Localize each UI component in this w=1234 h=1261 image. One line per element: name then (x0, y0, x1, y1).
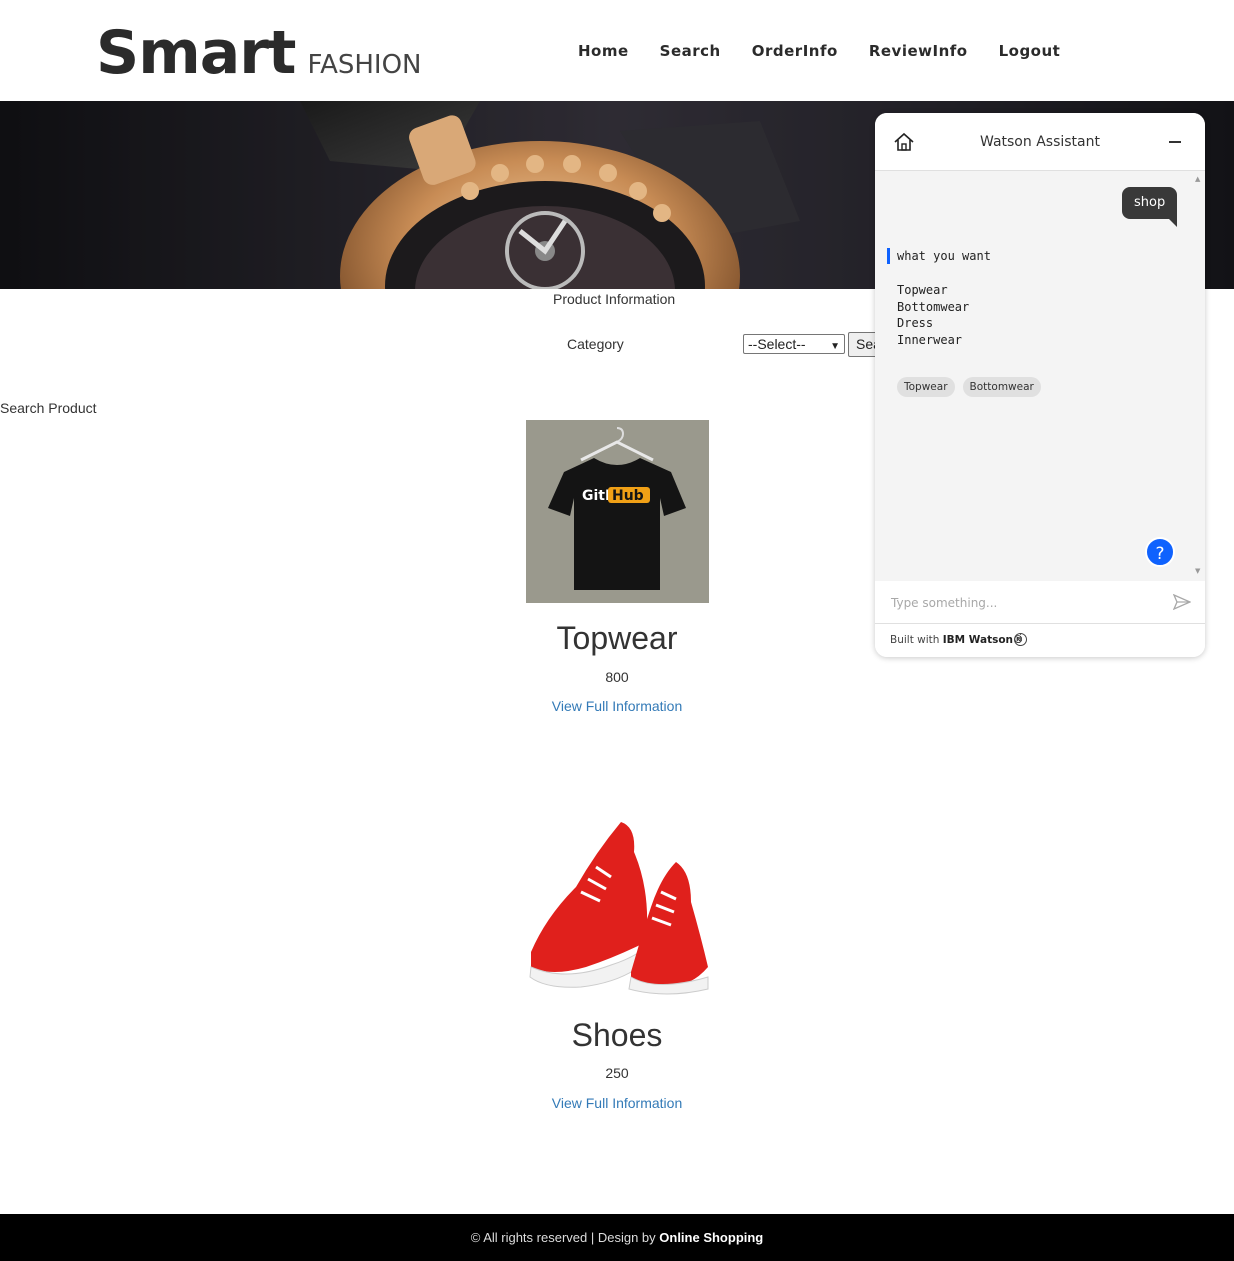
logo-sub-text: FASHION (307, 50, 422, 80)
help-icon[interactable]: ? (1145, 537, 1175, 567)
chip-bottomwear[interactable]: Bottomwear (962, 377, 1041, 397)
product-name: Shoes (571, 1017, 663, 1053)
view-full-information-link[interactable]: View Full Information (0, 1095, 1234, 1111)
watson-assistant-panel: Watson Assistant shop what you want Topw… (875, 113, 1205, 657)
category-label: Category (567, 336, 624, 352)
bot-option: Bottomwear (897, 299, 970, 314)
quick-reply-chips: Topwear Bottomwear (897, 377, 1041, 397)
svg-text:Hub: Hub (612, 488, 644, 504)
product-image-topwear[interactable]: GitHub Hub (526, 420, 709, 603)
scroll-up-icon[interactable]: ▲ (1195, 175, 1200, 183)
minimize-icon[interactable] (1169, 141, 1181, 143)
footer-copyright: © All rights reserved | Design by (470, 1230, 660, 1245)
bot-option: Dress (897, 316, 934, 330)
view-full-information-link[interactable]: View Full Information (0, 698, 1234, 714)
bot-option: Topwear (897, 283, 948, 297)
logo-main-text: Smart (96, 18, 296, 88)
message-input[interactable]: Type something... (891, 596, 997, 610)
product-information-title: Product Information (553, 291, 676, 307)
nav-orderinfo[interactable]: OrderInfo (752, 42, 838, 60)
main-nav: Home Search OrderInfo ReviewInfo Logout (578, 42, 1060, 60)
site-header: Smart FASHION Home Search OrderInfo Revie… (0, 0, 1234, 101)
product-price: 250 (605, 1065, 629, 1081)
bot-option: Innerwear (897, 332, 963, 347)
nav-home[interactable]: Home (578, 42, 629, 60)
watson-title: Watson Assistant (980, 134, 1100, 150)
category-selected-value: --Select-- (748, 336, 806, 352)
info-icon[interactable]: i (1014, 633, 1027, 646)
product-price: 800 (605, 669, 629, 685)
bot-prompt-message: what you want (887, 248, 1177, 264)
message-input-area[interactable]: Type something... (875, 581, 1205, 624)
search-product-label: Search Product (0, 400, 97, 416)
category-select[interactable]: --Select-- ▼ (743, 334, 845, 354)
site-footer: © All rights reserved | Design by Online… (0, 1214, 1234, 1261)
built-with-label: Built with IBM Watson® (890, 634, 1024, 646)
bot-options-list: Topwear Bottomwear Dress Innerwear (897, 282, 969, 348)
scroll-down-icon[interactable]: ▼ (1195, 567, 1200, 575)
watson-footer: Built with IBM Watson® i (875, 624, 1205, 657)
site-logo[interactable]: Smart FASHION (96, 18, 422, 88)
user-message-bubble: shop (1122, 187, 1178, 227)
product-image-shoes[interactable] (526, 817, 709, 1000)
watson-conversation[interactable]: shop what you want Topwear Bottomwear Dr… (875, 171, 1205, 581)
footer-brand-link[interactable]: Online Shopping (659, 1230, 763, 1245)
nav-search[interactable]: Search (660, 42, 721, 60)
nav-logout[interactable]: Logout (999, 42, 1061, 60)
chevron-down-icon: ▼ (830, 341, 840, 352)
nav-reviewinfo[interactable]: ReviewInfo (869, 42, 968, 60)
chip-topwear[interactable]: Topwear (897, 377, 955, 397)
chat-scrollbar[interactable]: ▲ ▼ (1191, 171, 1205, 581)
send-icon[interactable] (1172, 593, 1192, 614)
watson-header: Watson Assistant (875, 113, 1205, 171)
